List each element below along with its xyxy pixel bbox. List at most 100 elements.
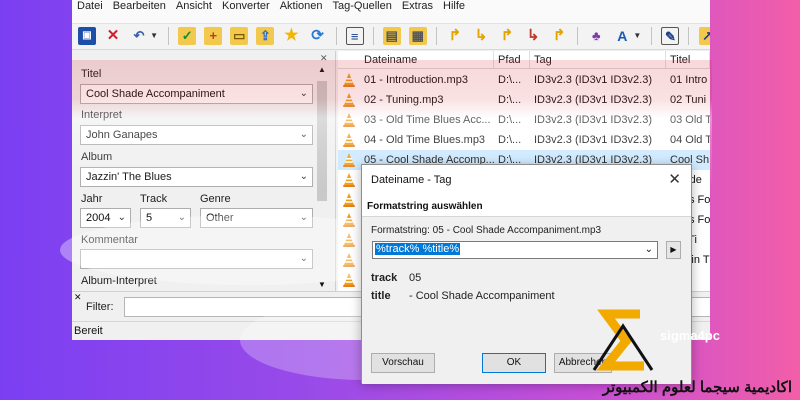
cell-title: 03 Old T (670, 114, 710, 126)
column-title[interactable]: Titel (666, 51, 710, 69)
title-field[interactable]: Cool Shade Accompaniment ⌄ (80, 84, 313, 104)
chevron-down-icon[interactable]: ⌄ (300, 209, 308, 227)
toolbar-separator (435, 27, 437, 45)
scrollbar-thumb[interactable] (317, 81, 327, 201)
tag-convert-icon[interactable]: ↱ (498, 27, 516, 45)
edit-icon[interactable]: ✎ (661, 27, 680, 45)
genre-field[interactable]: Other ⌄ (200, 208, 313, 228)
menu-help[interactable]: Hilfe (438, 0, 470, 13)
tag-panel-scrollbar[interactable]: ▲ ▼ (314, 65, 330, 289)
result-value-track: 05 (409, 272, 422, 284)
scroll-down-icon[interactable]: ▼ (318, 280, 326, 289)
dialog-titlebar: Dateiname - Tag ✕ (362, 165, 691, 193)
toolbar-separator (688, 27, 690, 45)
album-label: Album (81, 151, 113, 163)
menu-edit[interactable]: Bearbeiten (108, 0, 171, 13)
tag-panel: ✕ Titel Cool Shade Accompaniment ⌄ Interp… (72, 51, 336, 291)
title-label: Titel (81, 68, 102, 80)
panel-close-icon[interactable]: ✕ (320, 53, 328, 64)
track-value: 5 (146, 212, 153, 224)
dialog-heading: Formatstring auswählen (362, 193, 691, 217)
format-preview-line: Formatstring: 05 - Cool Shade Accompanim… (371, 225, 602, 236)
filter-label: Filter: (86, 301, 114, 313)
list-icon[interactable]: ≡ (345, 27, 364, 45)
chevron-down-icon[interactable]: ⌄ (118, 209, 126, 227)
undo-dropdown-icon[interactable]: ▼ (150, 27, 158, 45)
cell-path: D:\... (498, 94, 522, 106)
track-label: Track (140, 193, 168, 205)
chevron-down-icon[interactable]: ⌄ (300, 168, 308, 186)
cell-path: D:\... (498, 74, 522, 86)
result-value-title: - Cool Shade Accompaniment (409, 290, 555, 302)
artist-field[interactable]: John Ganapes ⌄ (80, 125, 313, 145)
export-list-icon[interactable]: ↗ (698, 27, 710, 45)
table-row[interactable]: 01 - Introduction.mp3 D:\... ID3v2.3 (ID3v… (338, 70, 710, 90)
chevron-down-icon[interactable]: ⌄ (300, 85, 308, 103)
track-field[interactable]: 5 ⌄ (140, 208, 191, 228)
vlc-file-icon (343, 93, 355, 107)
album-field[interactable]: Jazzin' The Blues ⌄ (80, 167, 313, 187)
check-tag-icon[interactable]: ✓ (178, 27, 197, 45)
vlc-file-icon (343, 73, 355, 87)
chevron-down-icon[interactable]: ⌄ (178, 209, 186, 227)
tag-convert-icon[interactable]: ↳ (524, 27, 542, 45)
menu-actions[interactable]: Aktionen (275, 0, 328, 13)
scripts-icon[interactable]: ♣ (587, 27, 605, 45)
menu-file[interactable]: Datei (72, 0, 108, 13)
filter-close-icon[interactable]: ✕ (74, 292, 82, 303)
tag-convert-icon[interactable]: ↳ (472, 27, 490, 45)
comment-field[interactable]: ⌄ (80, 249, 313, 269)
favorite-star-icon[interactable]: ★ (282, 27, 300, 45)
result-key-title: title (371, 290, 391, 302)
save-icon[interactable]: ▣ (78, 27, 96, 45)
chevron-down-icon[interactable]: ⌄ (300, 250, 308, 268)
tag-convert-icon[interactable]: ↱ (446, 27, 464, 45)
ok-button[interactable]: OK (482, 353, 546, 373)
toolbar-separator (168, 27, 170, 45)
cell-tag: ID3v2.3 (ID3v1 ID3v2.3) (534, 94, 652, 106)
format-string-value: %track% %title% (375, 243, 461, 255)
genre-label: Genre (200, 193, 231, 205)
table-row[interactable]: 02 - Tuning.mp3 D:\... ID3v2.3 (ID3v1 ID3v… (338, 90, 710, 110)
vlc-file-icon (343, 173, 355, 187)
comment-label: Kommentar (81, 234, 138, 246)
menu-extras[interactable]: Extras (397, 0, 438, 13)
table-row[interactable]: 04 - Old Time Blues.mp3 D:\... ID3v2.3 (ID… (338, 130, 710, 150)
column-filename[interactable]: Dateiname (360, 51, 494, 69)
column-path[interactable]: Pfad (494, 51, 530, 69)
chevron-down-icon[interactable]: ⌄ (645, 242, 653, 258)
cell-filename: 01 - Introduction.mp3 (364, 74, 468, 86)
chevron-down-icon[interactable]: ⌄ (300, 126, 308, 144)
print-icon[interactable]: ▦ (408, 27, 427, 45)
table-row[interactable]: 03 - Old Time Blues Acc... D:\... ID3v2.3 … (338, 110, 710, 130)
watermark-brand: sigma4pc (660, 328, 720, 343)
remove-icon[interactable]: ✕ (104, 27, 122, 45)
close-icon[interactable]: ✕ (668, 170, 681, 188)
refresh-icon[interactable]: ⟳ (308, 27, 326, 45)
vlc-file-icon (343, 133, 355, 147)
year-field[interactable]: 2004 ⌄ (80, 208, 131, 228)
preview-button[interactable]: Vorschau (371, 353, 435, 373)
watermark: sigma4pc اكاديمية سيجما لعلوم الكمبيوتر (560, 300, 800, 400)
cell-path: D:\... (498, 134, 522, 146)
cell-title: 02 Tuni (670, 94, 707, 106)
year-value: 2004 (86, 212, 111, 224)
vlc-file-icon (343, 253, 355, 267)
column-tag[interactable]: Tag (530, 51, 666, 69)
case-dropdown-icon[interactable]: ▼ (633, 27, 641, 45)
clipboard-icon[interactable]: ▤ (382, 27, 401, 45)
menu-converter[interactable]: Konverter (217, 0, 275, 13)
export-icon[interactable]: ⇪ (256, 27, 275, 45)
scroll-up-icon[interactable]: ▲ (318, 65, 326, 74)
open-folder-icon[interactable]: ▭ (230, 27, 249, 45)
tag-convert-icon[interactable]: ↱ (550, 27, 568, 45)
case-conversion-icon[interactable]: A (613, 27, 631, 45)
add-folder-icon[interactable]: + (204, 27, 223, 45)
format-string-input[interactable]: %track% %title% ⌄ (372, 241, 658, 259)
cell-filename: 03 - Old Time Blues Acc... (364, 114, 491, 126)
menu-view[interactable]: Ansicht (171, 0, 217, 13)
placeholder-menu-button[interactable]: ▶ (666, 241, 681, 259)
undo-icon[interactable]: ↶ (130, 27, 148, 45)
menu-tag-sources[interactable]: Tag-Quellen (328, 0, 397, 13)
cell-tag: ID3v2.3 (ID3v1 ID3v2.3) (534, 114, 652, 126)
